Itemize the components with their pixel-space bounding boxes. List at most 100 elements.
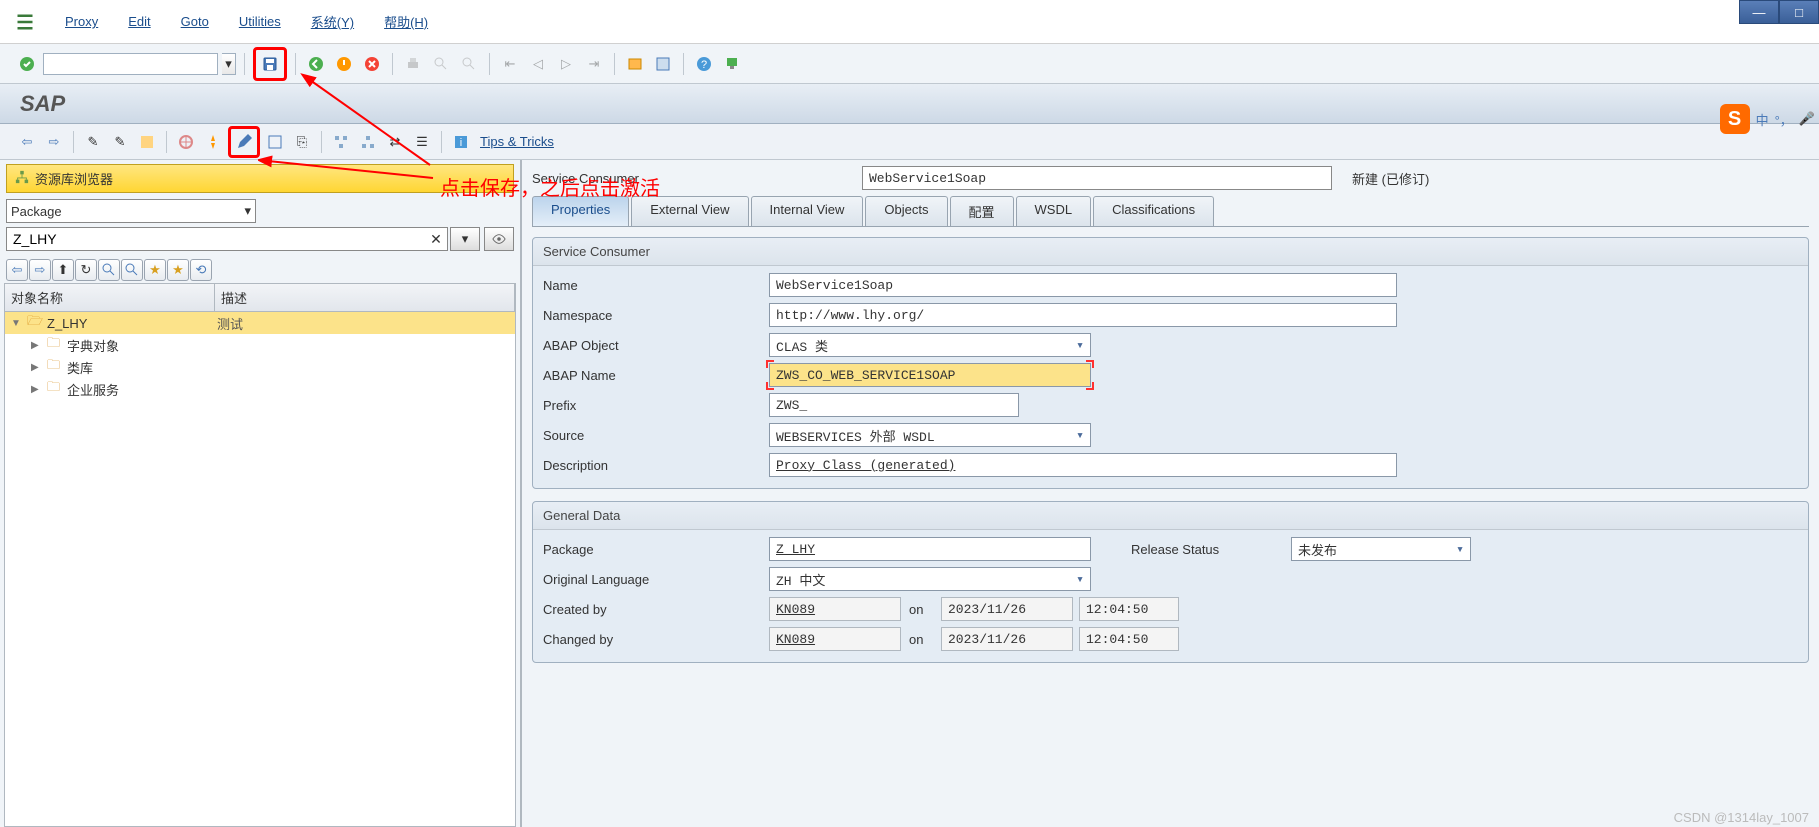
nav-fav2-icon[interactable]: ★: [167, 259, 189, 281]
folder-open-icon: 🗁: [27, 312, 43, 334]
tool-icon-3[interactable]: ⇄: [383, 130, 407, 154]
tab-wsdl[interactable]: WSDL: [1016, 196, 1092, 226]
nav-next-icon[interactable]: ⇨: [29, 259, 51, 281]
new-session-icon[interactable]: [623, 52, 647, 76]
tab-config[interactable]: 配置: [950, 196, 1014, 226]
tree-row[interactable]: ▶ 🗀 字典对象: [5, 334, 515, 356]
abap-name-field[interactable]: ZWS_CO_WEB_SERVICE1SOAP: [769, 363, 1091, 387]
source-dropdown[interactable]: WEBSERVICES 外部 WSDL▾: [769, 423, 1091, 447]
test-icon[interactable]: ⎘: [290, 130, 314, 154]
save-icon[interactable]: [258, 52, 282, 76]
left-pane: 资源库浏览器 Package▾ ✕ ▾ ⇦ ⇨ ⬆ ↻: [0, 160, 522, 827]
maximize-button[interactable]: □: [1779, 0, 1819, 24]
package-input[interactable]: [6, 227, 448, 251]
folder-icon: 🗀: [47, 378, 63, 400]
release-status-dropdown[interactable]: 未发布▾: [1291, 537, 1471, 561]
package-dropdown-button[interactable]: ▾: [450, 227, 480, 251]
package-label: Package: [543, 542, 769, 557]
name-field[interactable]: WebService1Soap: [769, 273, 1397, 297]
nav-search2-icon[interactable]: [121, 259, 143, 281]
tool-icon-2[interactable]: ✎: [108, 130, 132, 154]
description-label: Description: [543, 458, 769, 473]
nav-fwd-icon[interactable]: ⇨: [42, 130, 66, 154]
nav-fav-icon[interactable]: ★: [144, 259, 166, 281]
package-display-button[interactable]: [484, 227, 514, 251]
enter-icon[interactable]: [15, 52, 39, 76]
tree-label: 字典对象: [67, 336, 237, 355]
tool-icon-1[interactable]: ✎: [81, 130, 105, 154]
description-field[interactable]: Proxy Class (generated): [769, 453, 1397, 477]
created-by-label: Created by: [543, 602, 769, 617]
tips-tricks-link[interactable]: Tips & Tricks: [476, 134, 554, 149]
help-icon[interactable]: ?: [692, 52, 716, 76]
tab-classifications[interactable]: Classifications: [1093, 196, 1214, 226]
original-language-dropdown[interactable]: ZH 中文▾: [769, 567, 1091, 591]
chevron-down-icon[interactable]: ▼: [11, 318, 23, 329]
menu-goto[interactable]: Goto: [181, 14, 209, 29]
tab-objects[interactable]: Objects: [865, 196, 947, 226]
ime-logo-icon[interactable]: S: [1720, 104, 1750, 134]
menu-proxy[interactable]: Proxy: [65, 14, 98, 29]
ime-punct-icon[interactable]: °，: [1775, 110, 1793, 129]
service-consumer-field[interactable]: WebService1Soap: [862, 166, 1332, 190]
layout-icon[interactable]: [651, 52, 675, 76]
display-icon[interactable]: [135, 130, 159, 154]
activate-icon[interactable]: [201, 130, 225, 154]
menu-help[interactable]: 帮助(H): [384, 12, 428, 31]
menu-system[interactable]: 系统(Y): [311, 12, 354, 31]
changed-by-field: KN089: [769, 627, 901, 651]
abap-object-dropdown[interactable]: CLAS 类▾: [769, 333, 1091, 357]
exit-icon[interactable]: [332, 52, 356, 76]
namespace-field[interactable]: http://www.lhy.org/: [769, 303, 1397, 327]
nav-sync-icon[interactable]: ⟲: [190, 259, 212, 281]
customize-icon[interactable]: [720, 52, 744, 76]
repository-browser-label: 资源库浏览器: [35, 169, 113, 188]
tree-label: 企业服务: [67, 380, 237, 399]
tree-icon-2[interactable]: [356, 130, 380, 154]
tree-icon-1[interactable]: [329, 130, 353, 154]
package-field[interactable]: Z_LHY: [769, 537, 1091, 561]
minimize-button[interactable]: —: [1739, 0, 1779, 24]
clear-input-icon[interactable]: ✕: [426, 231, 446, 248]
object-tree[interactable]: ▼ 🗁 Z_LHY 测试 ▶ 🗀 字典对象 ▶ 🗀 类库 ▶ 🗀: [4, 312, 516, 827]
tab-properties[interactable]: Properties: [532, 196, 629, 226]
chevron-right-icon[interactable]: ▶: [31, 340, 43, 351]
back-icon[interactable]: [304, 52, 328, 76]
tree-desc: 测试: [217, 314, 243, 333]
window-controls: — □: [1739, 0, 1819, 24]
cancel-icon[interactable]: [360, 52, 384, 76]
chevron-right-icon[interactable]: ▶: [31, 362, 43, 373]
menu-edit[interactable]: Edit: [128, 14, 150, 29]
nav-back-icon[interactable]: ⇦: [15, 130, 39, 154]
edit-icon[interactable]: [232, 130, 256, 154]
sub-toolbar: ⇦ ⇨ ✎ ✎ ⎘ ⇄ ☰ i Tips & Tricks: [0, 124, 1819, 160]
tab-external-view[interactable]: External View: [631, 196, 748, 226]
tree-row[interactable]: ▼ 🗁 Z_LHY 测试: [5, 312, 515, 334]
nav-refresh-icon[interactable]: ↻: [75, 259, 97, 281]
prefix-field[interactable]: ZWS_: [769, 393, 1019, 417]
command-input[interactable]: [43, 53, 218, 75]
release-status-label: Release Status: [1131, 542, 1291, 557]
nav-prev-icon[interactable]: ⇦: [6, 259, 28, 281]
nav-up-icon[interactable]: ⬆: [52, 259, 74, 281]
chevron-right-icon[interactable]: ▶: [31, 384, 43, 395]
tree-row[interactable]: ▶ 🗀 企业服务: [5, 378, 515, 400]
where-used-icon[interactable]: [263, 130, 287, 154]
tree-row[interactable]: ▶ 🗀 类库: [5, 356, 515, 378]
menu-icon[interactable]: [15, 12, 35, 32]
main-toolbar: ▾ ⇤ ◁ ▷ ⇥ ?: [0, 44, 1819, 84]
ime-mic-icon[interactable]: 🎤: [1799, 111, 1815, 127]
folder-icon: 🗀: [47, 334, 63, 356]
command-dropdown[interactable]: ▾: [222, 53, 236, 75]
tab-internal-view[interactable]: Internal View: [751, 196, 864, 226]
info-icon[interactable]: i: [449, 130, 473, 154]
check-icon[interactable]: [174, 130, 198, 154]
scope-dropdown[interactable]: Package▾: [6, 199, 256, 223]
print-icon: [401, 52, 425, 76]
ime-lang[interactable]: 中: [1756, 110, 1769, 129]
menu-utilities[interactable]: Utilities: [239, 14, 281, 29]
nav-search-icon[interactable]: [98, 259, 120, 281]
repository-browser-header: 资源库浏览器: [6, 164, 514, 193]
on-label: on: [901, 602, 941, 617]
tool-icon-4[interactable]: ☰: [410, 130, 434, 154]
